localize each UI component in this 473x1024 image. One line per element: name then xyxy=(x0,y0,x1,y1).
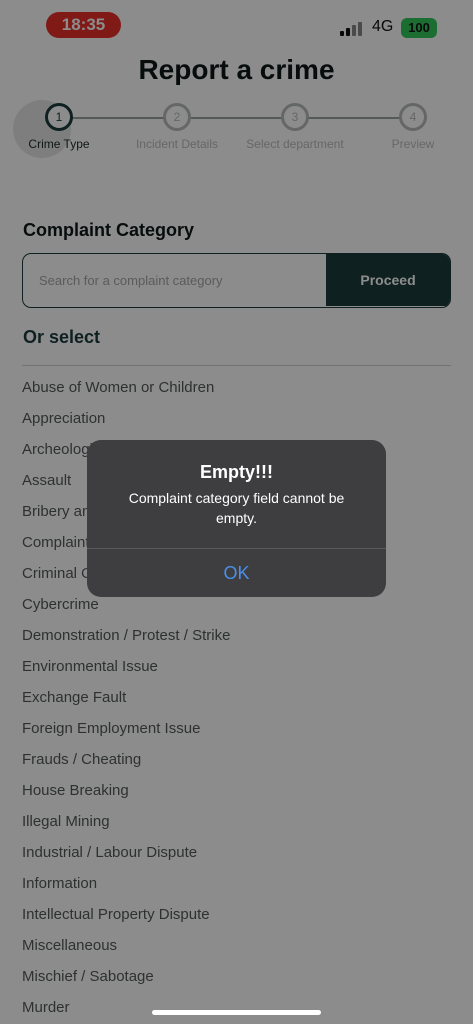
alert-message: Complaint category field cannot be empty… xyxy=(128,490,345,526)
alert-title: Empty!!! xyxy=(200,462,273,482)
alert-ok-button[interactable]: OK xyxy=(87,549,386,597)
empty-field-alert: Empty!!! Complaint category field cannot… xyxy=(87,440,386,597)
home-indicator[interactable] xyxy=(152,1010,321,1015)
